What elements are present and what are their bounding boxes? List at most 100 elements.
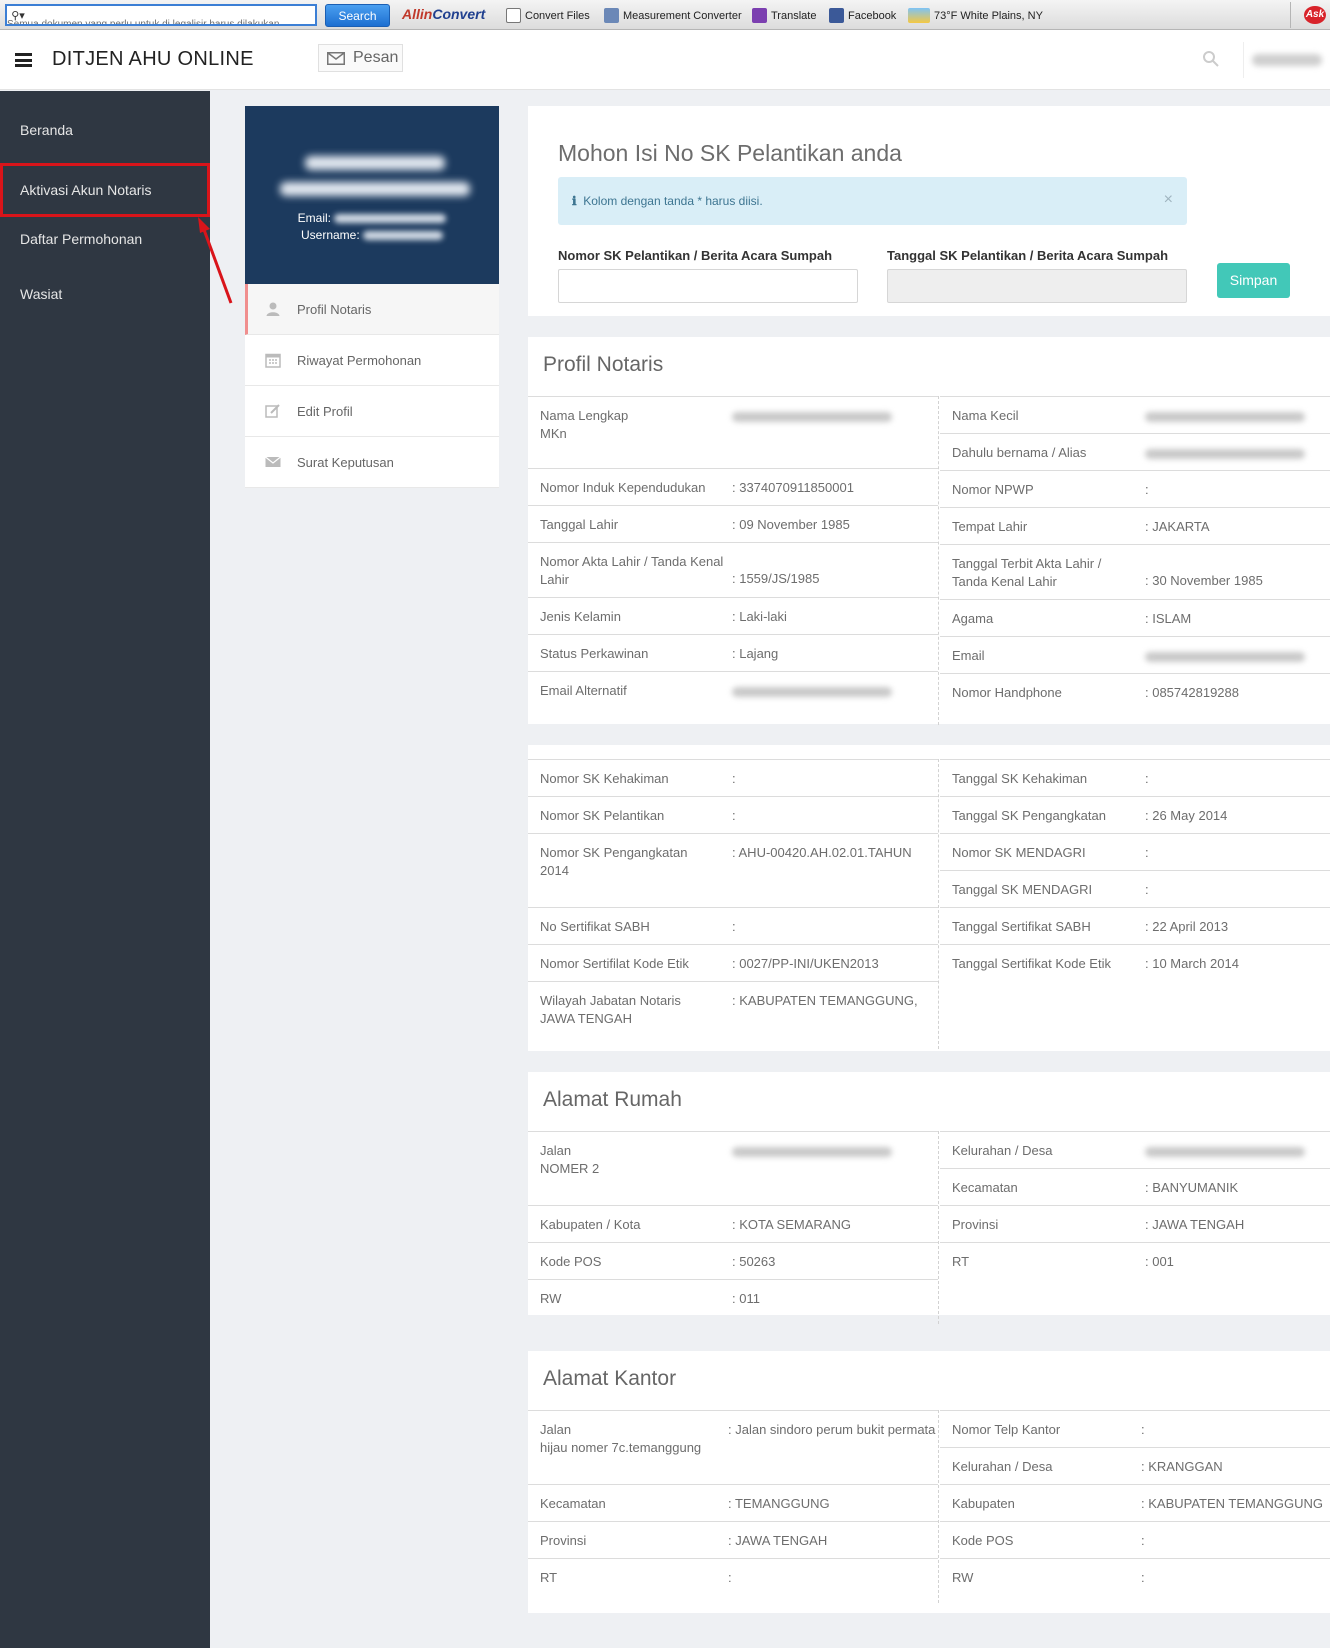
alamat-rumah-title: Alamat Rumah [543,1088,682,1111]
field-label: Tanggal Sertifikat SABH [952,918,1091,936]
logo-right: Convert [432,6,486,22]
field-label: RW [952,1569,973,1587]
envelope-icon [327,51,345,65]
field-label: Kabupaten / Kota [540,1216,640,1234]
field-label: Nomor Sertifilat Kode Etik [540,955,689,973]
info-alert-message: Kolom dengan tanda * harus diisi. [583,194,763,208]
field-row: Nomor NPWP: [940,470,1330,507]
ask-logo[interactable]: Ask [1304,6,1326,24]
info-alert-text: ℹ Kolom dengan tanda * harus diisi. [572,194,763,208]
measurement-converter-link[interactable]: Measurement Converter [604,8,742,23]
sidebar-item-daftar-permohonan[interactable]: Daftar Permohonan [0,212,210,266]
translate-label: Translate [771,9,817,22]
close-icon[interactable]: × [1164,191,1173,209]
right-column: Kelurahan / Desa Kecamatan: BANYUMANIK Pro… [940,1131,1330,1279]
field-label-text: Tanggal SK Pengangkatan [952,808,1106,823]
field-label-text: Jenis Kelamin [540,609,621,624]
field-label: Tanggal Lahir [540,516,618,534]
field-label: Wilayah Jabatan Notaris JAWA TENGAH [540,992,681,1028]
field-value [732,1142,892,1160]
field-label: Kelurahan / Desa [952,1142,1052,1160]
facebook-link[interactable]: Facebook [829,8,896,23]
field-label-text: Provinsi [952,1217,999,1232]
envelope-icon [265,456,281,467]
hamburger-menu-icon[interactable] [15,53,32,67]
field-row: Nama Lengkap MKn [528,396,938,468]
toolbar-search-input[interactable]: ⚲▾ Semua dokumen yang perlu untuk di leg… [5,4,317,26]
field-value: : KRANGGAN [1141,1459,1223,1474]
right-column: Nomor Telp Kantor: Kelurahan / Desa: KRAN… [940,1410,1330,1595]
field-label-continuation: NOMER 2 [540,1161,600,1176]
pesan-button[interactable]: Pesan [318,44,403,72]
field-label-text: Nomor SK MENDAGRI [952,845,1086,860]
field-row: Email Alternatif [528,671,938,715]
menu-edit-profil[interactable]: Edit Profil [245,386,499,437]
toolbar-search-button[interactable]: Search [325,4,390,27]
field-value [732,407,892,425]
convert-files-link[interactable]: Convert Files [506,8,590,23]
sidebar-item-beranda[interactable]: Beranda [0,103,210,157]
field-label: Nomor Induk Kependudukan [540,479,706,497]
field-row: Nomor Telp Kantor: [940,1410,1330,1447]
field-value: : [1141,1533,1145,1548]
pesan-label: Pesan [353,49,399,66]
right-column: Tanggal SK Kehakiman: Tanggal SK Pengangk… [940,759,1330,1004]
weather-label: 73°F White Plains, NY [934,9,1043,22]
field-label: Tempat Lahir [952,518,1027,536]
weather-link[interactable]: 73°F White Plains, NY [908,8,1043,23]
field-value: : KABUPATEN TEMANGGUNG [1141,1496,1324,1511]
redacted-value [1145,651,1305,662]
toolbar-divider [1290,2,1291,28]
menu-profil-notaris[interactable]: Profil Notaris [245,284,499,335]
field-value [1145,407,1305,425]
field-label: Nomor SK Kehakiman [540,770,669,788]
field-row: Tanggal Sertifikat SABH: 22 April 2013 [940,907,1330,944]
search-icon[interactable] [1202,50,1220,68]
allinconvert-logo[interactable]: AllinConvert [402,6,485,22]
field-value: : [1145,482,1149,497]
redacted-value [732,1146,892,1157]
calendar-icon [265,353,281,368]
field-row: Tanggal Lahir: 09 November 1985 [528,505,938,542]
sidebar-item-aktivasi-akun-notaris[interactable]: Aktivasi Akun Notaris [0,163,210,217]
simpan-button[interactable]: Simpan [1217,263,1290,298]
menu-surat-keputusan[interactable]: Surat Keputusan [245,437,499,488]
field-label-text: Kecamatan [952,1180,1018,1195]
username-label: Username: [300,228,360,242]
field-label-text: RT [540,1570,558,1585]
field-label: Nomor Handphone [952,684,1062,702]
field-label-continuation: 2014 [540,863,569,878]
field-label-text: Tanggal Terbit Akta Lahir / [952,556,1102,571]
menu-riwayat-permohonan[interactable]: Riwayat Permohonan [245,335,499,386]
field-label: Nomor Akta Lahir / Tanda Kenal Lahir [540,553,723,589]
field-label-text: Tempat Lahir [952,519,1028,534]
field-row: Nama Kecil [940,396,1330,433]
field-label: RW [540,1290,561,1308]
field-row: Email [940,636,1330,673]
field-label-text: Email Alternatif [540,683,627,698]
field-label: Provinsi [952,1216,998,1234]
field-label: Email [952,647,985,665]
translate-link[interactable]: Translate [752,8,816,23]
field-value: : JAWA TENGAH [728,1533,828,1548]
left-column: Jalan NOMER 2 Kabupaten / Kota: KOTA SEMAR… [528,1131,938,1316]
field-label: Tanggal SK Pengangkatan [952,807,1106,825]
left-column: Nomor SK Kehakiman: Nomor SK Pelantikan: N… [528,759,938,1041]
tanggal-sk-input[interactable] [887,269,1187,303]
info-alert: ℹ Kolom dengan tanda * harus diisi. × [558,177,1187,225]
email-label: Email: [297,211,331,225]
sidebar-item-wasiat[interactable]: Wasiat [0,267,210,321]
user-menu[interactable] [1252,54,1322,66]
field-value: : KOTA SEMARANG [732,1217,851,1232]
field-row: Status Perkawinan: Lajang [528,634,938,671]
field-value: : 0027/PP-INI/UKEN2013 [732,956,879,971]
field-row: RT: 001 [940,1242,1330,1279]
field-label-text: Wilayah Jabatan Notaris [540,993,681,1008]
field-label-text: Kode POS [952,1533,1014,1548]
field-row: Tanggal SK Pengangkatan: 26 May 2014 [940,796,1330,833]
field-row: Kelurahan / Desa [940,1131,1330,1168]
info-icon: ℹ [572,194,577,208]
field-value [1145,444,1305,462]
nomor-sk-input[interactable] [558,269,858,303]
field-label-text: RW [952,1570,974,1585]
